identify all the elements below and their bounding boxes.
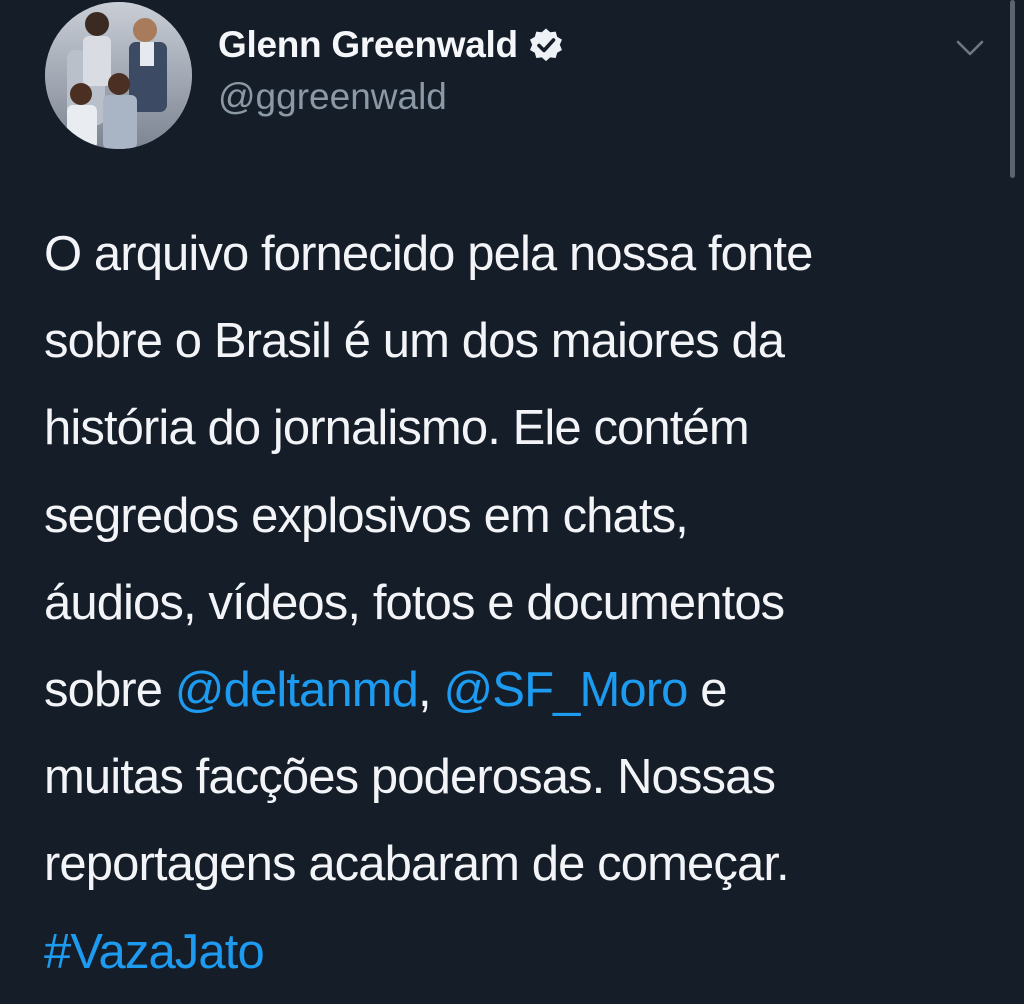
author-name-row[interactable]: Glenn Greenwald <box>218 24 564 66</box>
avatar-photo <box>45 2 192 149</box>
tweet-line: história do jornalismo. Ele contém <box>44 401 750 456</box>
mention-link-deltanmd[interactable]: @deltanmd <box>175 663 419 717</box>
avatar[interactable] <box>45 2 192 149</box>
verified-badge-icon <box>528 27 564 63</box>
mention-link-sf-moro[interactable]: @SF_Moro <box>443 663 688 717</box>
mention-suffix-text: e <box>687 663 727 718</box>
user-handle[interactable]: @ggreenwald <box>218 76 447 118</box>
tweet-line: O arquivo fornecido pela nossa fonte <box>44 227 813 281</box>
display-name[interactable]: Glenn Greenwald <box>218 24 518 66</box>
tweet-line: segredos explosivos em chats, <box>44 488 689 543</box>
tweet-line: áudios, vídeos, fotos e documentos <box>44 575 785 630</box>
tweet-line: muitas facções poderosas. Nossas <box>44 750 776 805</box>
chevron-down-icon[interactable] <box>952 36 988 60</box>
hashtag-link-vazajato[interactable]: #VazaJato <box>44 909 1004 996</box>
tweet-text: O arquivo fornecido pela nossa fonte sob… <box>44 211 1004 996</box>
tweet-line: reportagens acabaram de começar. <box>44 837 790 892</box>
mention-separator-text: , <box>418 663 444 718</box>
mention-prefix-text: sobre <box>44 663 175 718</box>
scrollbar[interactable] <box>1010 0 1015 178</box>
tweet-line-mentions: sobre @deltanmd, @SF_Moro e <box>44 647 1004 734</box>
tweet-line: sobre o Brasil é um dos maiores da <box>44 314 785 369</box>
tweet-card: Glenn Greenwald @ggreenwald O arquivo fo… <box>0 0 1024 1004</box>
